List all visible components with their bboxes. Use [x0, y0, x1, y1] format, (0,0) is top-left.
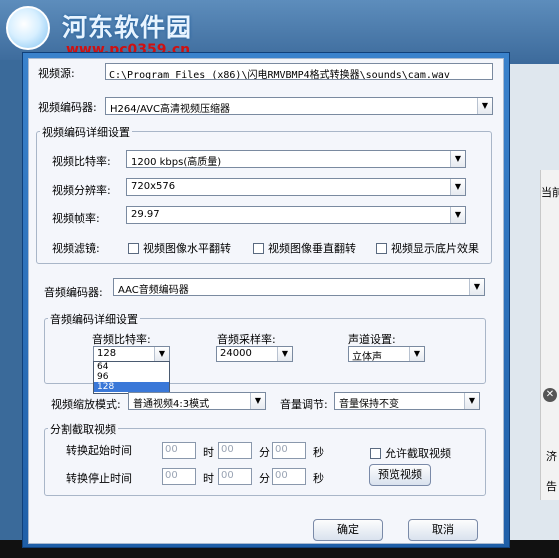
video-resolution-label: 视频分辨率:	[52, 184, 111, 197]
hflip-checkbox[interactable]: 视频图像水平翻转	[128, 240, 231, 256]
chevron-down-icon[interactable]: ▼	[450, 207, 465, 223]
volume-value: 音量保持不变	[339, 399, 399, 410]
volume-label: 音量调节:	[280, 398, 328, 411]
background-window-left	[0, 60, 24, 540]
volume-select[interactable]: 音量保持不变 ▼	[334, 392, 480, 410]
unit-hour: 时	[203, 446, 214, 459]
chevron-down-icon[interactable]: ▼	[469, 279, 484, 295]
chevron-down-icon[interactable]: ▼	[154, 347, 169, 361]
start-time-label: 转换起始时间	[66, 444, 132, 457]
audio-encoder-label: 音频编码器:	[44, 286, 103, 299]
unit-minute: 分	[259, 446, 270, 459]
stop-time-label: 转换停止时间	[66, 472, 132, 485]
channels-select[interactable]: 立体声 ▼	[348, 346, 425, 362]
dropdown-option[interactable]: 96	[94, 372, 169, 382]
background-close-icon[interactable]: ✕	[543, 388, 557, 402]
audio-encoder-select[interactable]: AAC音频编码器 ▼	[113, 278, 485, 296]
split-title: 分割截取视频	[48, 421, 118, 437]
unit-second: 秒	[313, 472, 324, 485]
start-hour-input[interactable]: 00	[162, 442, 196, 459]
chevron-down-icon[interactable]: ▼	[477, 98, 492, 114]
chevron-down-icon[interactable]: ▼	[464, 393, 479, 409]
video-source-label: 视频源:	[38, 67, 75, 80]
watermark-title: 河东软件园	[62, 13, 193, 42]
video-bitrate-label: 视频比特率:	[52, 155, 111, 168]
video-resolution-value: 720x576	[131, 181, 176, 192]
start-minute-input[interactable]: 00	[218, 442, 252, 459]
checkbox-box[interactable]	[370, 447, 381, 459]
preview-button[interactable]: 预览视频	[369, 464, 431, 486]
audio-samplerate-select[interactable]: 24000 ▼	[216, 346, 293, 362]
zoom-mode-select[interactable]: 普通视频4:3模式 ▼	[128, 392, 266, 410]
audio-encoder-value: AAC音频编码器	[118, 285, 189, 296]
chevron-down-icon[interactable]: ▼	[277, 347, 292, 361]
dropdown-option-selected[interactable]: 128	[94, 382, 169, 392]
channels-label: 声道设置:	[348, 333, 396, 346]
vflip-label: 视频图像垂直翻转	[268, 242, 356, 255]
audio-samplerate-value: 24000	[220, 348, 252, 359]
chevron-down-icon[interactable]: ▼	[450, 179, 465, 195]
vflip-checkbox[interactable]: 视频图像垂直翻转	[253, 240, 356, 256]
background-text-2: 济	[546, 450, 557, 463]
channels-value: 立体声	[352, 352, 382, 362]
chevron-down-icon[interactable]: ▼	[250, 393, 265, 409]
dropdown-option[interactable]: 64	[94, 362, 169, 372]
video-framerate-select[interactable]: 29.97 ▼	[126, 206, 466, 224]
cancel-button[interactable]: 取消	[408, 519, 478, 541]
audio-detail-title: 音频编码详细设置	[48, 311, 140, 327]
watermark-logo-icon	[6, 6, 50, 50]
video-source-field[interactable]: C:\Program Files (x86)\闪电RMVBMP4格式转换器\so…	[105, 63, 493, 80]
audio-bitrate-value: 128	[97, 348, 117, 359]
ok-button[interactable]: 确定	[313, 519, 383, 541]
video-filter-label: 视频滤镜:	[52, 242, 100, 255]
video-bitrate-select[interactable]: 1200 kbps(高质量) ▼	[126, 150, 466, 168]
audio-bitrate-select[interactable]: 128 ▼	[93, 346, 170, 362]
background-text-3: 告	[546, 480, 557, 493]
unit-second: 秒	[313, 446, 324, 459]
audio-bitrate-dropdown[interactable]: 64 96 128	[93, 361, 170, 394]
hflip-label: 视频图像水平翻转	[143, 242, 231, 255]
checkbox-box[interactable]	[128, 242, 139, 254]
stop-minute-input[interactable]: 00	[218, 468, 252, 485]
zoom-mode-label: 视频缩放模式:	[51, 398, 121, 411]
checkbox-box[interactable]	[253, 242, 264, 254]
negative-label: 视频显示底片效果	[391, 242, 479, 255]
chevron-down-icon[interactable]: ▼	[450, 151, 465, 167]
checkbox-box[interactable]	[376, 242, 387, 254]
background-text-current: 当前	[541, 186, 559, 199]
start-second-input[interactable]: 00	[272, 442, 306, 459]
video-bitrate-value: 1200 kbps(高质量)	[131, 157, 222, 168]
audio-samplerate-label: 音频采样率:	[217, 333, 276, 346]
unit-minute: 分	[259, 472, 270, 485]
video-framerate-label: 视频帧率:	[52, 212, 100, 225]
video-encoder-label: 视频编码器:	[38, 101, 97, 114]
video-encoder-select[interactable]: H264/AVC高清视频压缩器 ▼	[105, 97, 493, 115]
negative-checkbox[interactable]: 视频显示底片效果	[376, 240, 479, 256]
stop-second-input[interactable]: 00	[272, 468, 306, 485]
zoom-mode-value: 普通视频4:3模式	[133, 399, 210, 410]
allow-cut-checkbox[interactable]: 允许截取视频	[370, 445, 451, 461]
video-resolution-select[interactable]: 720x576 ▼	[126, 178, 466, 196]
video-framerate-value: 29.97	[131, 209, 160, 220]
video-detail-title: 视频编码详细设置	[40, 124, 132, 140]
unit-hour: 时	[203, 472, 214, 485]
video-encoder-value: H264/AVC高清视频压缩器	[110, 104, 230, 115]
chevron-down-icon[interactable]: ▼	[409, 347, 424, 361]
stop-hour-input[interactable]: 00	[162, 468, 196, 485]
allow-cut-label: 允许截取视频	[385, 447, 451, 460]
audio-bitrate-label: 音频比特率:	[92, 333, 151, 346]
